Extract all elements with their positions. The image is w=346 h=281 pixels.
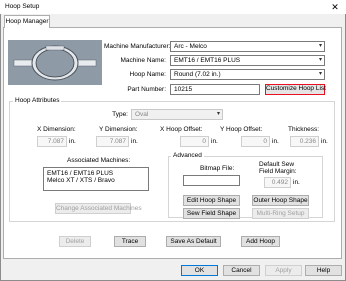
hoop-attributes-title: Hoop Attributes — [13, 97, 62, 104]
associated-machines-list[interactable]: EMT16 / EMT16 PLUS Melco XT / XTS / Brav… — [43, 167, 149, 191]
associated-machines-label: Associated Machines: — [67, 157, 131, 164]
delete-button[interactable]: Delete — [59, 236, 91, 247]
list-item[interactable]: EMT16 / EMT16 PLUS — [47, 170, 145, 177]
thickness-input[interactable]: 0.236 — [290, 136, 319, 147]
machine-name-value: EMT16 / EMT16 PLUS — [174, 57, 241, 64]
hoop-shape-icon — [8, 40, 102, 85]
default-sew-field-margin-label-2: Field Margin: — [259, 168, 297, 175]
type-select[interactable]: Oval ▾ — [131, 109, 223, 120]
part-number-label: Part Number: — [127, 86, 166, 93]
x-hoop-offset-label: X Hoop Offset: — [160, 126, 203, 133]
part-number-input[interactable]: 10215 — [170, 84, 260, 95]
sew-field-shape-button[interactable]: Sew Field Shape — [183, 208, 240, 219]
machine-name-select[interactable]: EMT16 / EMT16 PLUS ▾ — [170, 55, 325, 66]
machine-manufacturer-label: Machine Manufacturer: — [104, 43, 171, 50]
default-sew-field-margin-input[interactable]: 0.492 — [264, 177, 291, 188]
save-as-default-button[interactable]: Save As Default — [166, 236, 221, 247]
chevron-down-icon: ▾ — [216, 111, 220, 117]
hoop-preview-image — [8, 40, 102, 85]
advanced-title: Advanced — [171, 152, 204, 159]
type-value: Oval — [135, 111, 149, 118]
thickness-unit: in. — [321, 138, 328, 145]
change-associated-machines-button[interactable]: Change Associated Machines — [55, 203, 142, 214]
thickness-label: Thickness: — [288, 126, 320, 133]
x-dimension-label: X Dimension: — [37, 126, 76, 133]
machine-name-label: Machine Name: — [120, 57, 166, 64]
default-sew-field-margin-unit: in. — [293, 179, 300, 186]
x-dimension-input[interactable]: 7.087 — [37, 136, 67, 147]
tab-hoop-manager[interactable]: Hoop Manager — [4, 15, 50, 28]
y-dimension-input[interactable]: 7.087 — [96, 136, 129, 147]
chevron-down-icon: ▾ — [318, 71, 322, 77]
x-hoop-offset-input[interactable]: 0 — [180, 136, 209, 147]
help-button[interactable]: Help — [305, 265, 342, 276]
machine-manufacturer-select[interactable]: Arc - Melco ▾ — [170, 41, 325, 52]
bitmap-file-label: Bitmap File: — [200, 165, 235, 172]
chevron-down-icon: ▾ — [318, 57, 322, 63]
default-sew-field-margin-label-1: Default Sew — [259, 161, 295, 168]
y-hoop-offset-unit: in. — [272, 138, 279, 145]
y-dimension-label: Y Dimension: — [99, 126, 138, 133]
list-item[interactable]: Melco XT / XTS / Bravo — [47, 177, 145, 184]
bitmap-file-input[interactable] — [183, 175, 240, 186]
hoop-name-value: Round (7.02 in.) — [174, 71, 221, 78]
window-title: Hoop Setup — [5, 3, 40, 10]
hoop-name-label: Hoop Name: — [129, 71, 167, 78]
x-hoop-offset-unit: in. — [211, 138, 218, 145]
hoop-name-select[interactable]: Round (7.02 in.) ▾ — [170, 69, 325, 80]
close-icon[interactable]: ✕ — [326, 1, 344, 13]
chevron-down-icon: ▾ — [318, 43, 322, 49]
machine-manufacturer-value: Arc - Melco — [174, 43, 207, 50]
outer-hoop-shape-button[interactable]: Outer Hoop Shape — [252, 195, 309, 206]
add-hoop-button[interactable]: Add Hoop — [241, 236, 280, 247]
x-dimension-unit: in. — [69, 138, 76, 145]
cancel-button[interactable]: Cancel — [223, 265, 260, 276]
trace-button[interactable]: Trace — [114, 236, 146, 247]
y-dimension-unit: in. — [131, 138, 138, 145]
ok-button[interactable]: OK — [181, 265, 218, 276]
customize-hoop-list-button[interactable]: Customize Hoop List — [265, 84, 326, 95]
type-label: Type: — [112, 111, 128, 118]
edit-hoop-shape-button[interactable]: Edit Hoop Shape — [183, 195, 240, 206]
apply-button[interactable]: Apply — [265, 265, 302, 276]
title-bar — [0, 0, 346, 14]
y-hoop-offset-label: Y Hoop Offset: — [220, 126, 263, 133]
y-hoop-offset-input[interactable]: 0 — [241, 136, 270, 147]
multi-ring-setup-button[interactable]: Multi-Ring Setup — [252, 208, 309, 219]
